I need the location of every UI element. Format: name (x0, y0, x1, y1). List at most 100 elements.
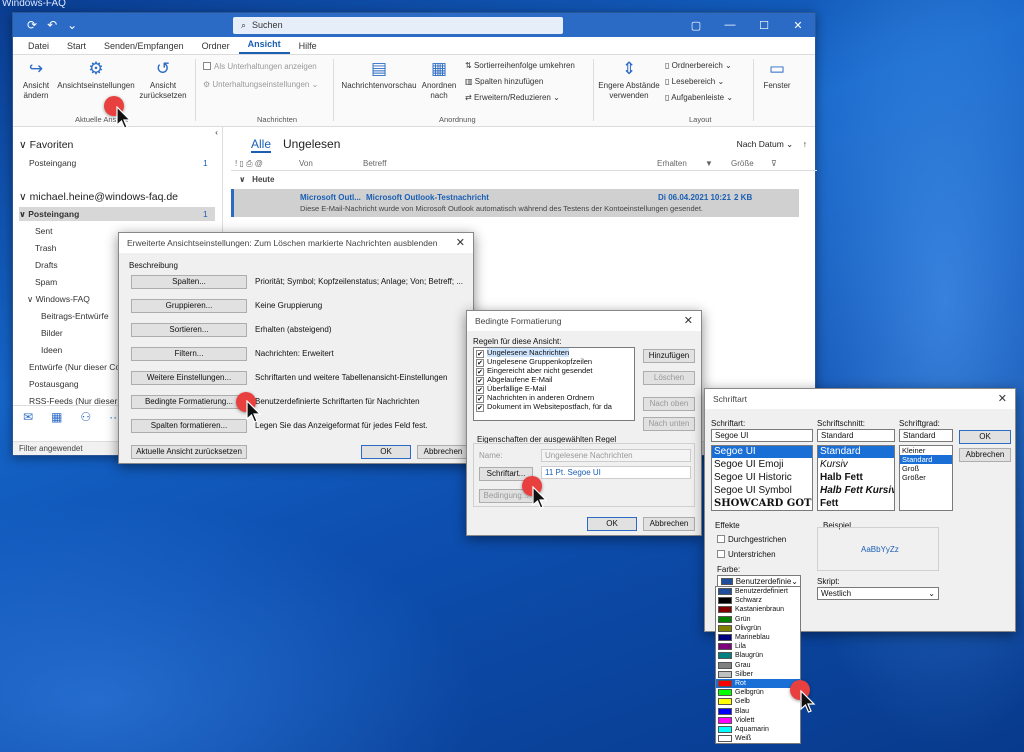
underline-checkbox[interactable]: Unterstrichen (717, 550, 776, 559)
folder-ideen[interactable]: Ideen (41, 345, 62, 355)
chevron-down-icon[interactable]: ⌄ (928, 588, 935, 599)
conversations-checkbox[interactable]: Als Unterhaltungen anzeigen (203, 62, 317, 71)
close-icon[interactable]: ✕ (998, 389, 1007, 409)
restore-ribbon-icon[interactable]: ▢ (679, 19, 713, 32)
reading-pane-button[interactable]: ▯ Lesebereich ⌄ (665, 77, 724, 86)
style-input[interactable]: Standard (817, 429, 895, 442)
style-item[interactable]: Halb Fett Kursiv (818, 484, 894, 497)
tab-ungelesen[interactable]: Ungelesen (283, 137, 340, 153)
message-preview-button[interactable]: ▤ Nachrichtenvorschau (339, 59, 419, 91)
compact-spacing-button[interactable]: ⇕ Engere Abstände verwenden (597, 59, 661, 101)
color-option[interactable]: Kastanienbraun (716, 605, 800, 614)
filter-icon[interactable]: ⊽ (771, 159, 777, 168)
folder-entwuerfe[interactable]: Entwürfe (Nur dieser Co (29, 362, 120, 372)
cancel-button[interactable]: Abbrechen (417, 445, 469, 459)
conditional-formatting-button[interactable]: Bedingte Formatierung... (131, 395, 247, 409)
color-option[interactable]: Blau (716, 706, 800, 715)
move-down-button[interactable]: Nach unten (643, 417, 695, 431)
font-name-input[interactable]: Segoe UI (711, 429, 813, 442)
collapse-pane-icon[interactable]: ‹ (215, 127, 218, 137)
qa-dropdown-icon[interactable]: ⌄ (67, 18, 77, 32)
group-by-button[interactable]: Gruppieren... (131, 299, 247, 313)
account-header[interactable]: ∨ michael.heine@windows-faq.de (19, 191, 178, 203)
reset-current-view-button[interactable]: Aktuelle Ansicht zurücksetzen (131, 445, 247, 459)
color-option[interactable]: Gelbgrün (716, 688, 800, 697)
size-item[interactable]: Größer (900, 473, 952, 482)
people-icon[interactable]: ⚇ (80, 410, 91, 424)
style-item[interactable]: Fett (818, 497, 894, 510)
favorite-inbox[interactable]: Posteingang (29, 158, 76, 168)
maximize-icon[interactable]: ☐ (747, 19, 781, 32)
group-header[interactable]: ∨ Heute (239, 175, 274, 184)
add-columns-button[interactable]: ▥ Spalten hinzufügen (465, 77, 543, 86)
font-item[interactable]: Segoe UI (712, 446, 812, 458)
color-option[interactable]: Benutzerdefiniert (716, 587, 800, 596)
font-item[interactable]: Segoe UI Historic (712, 471, 812, 484)
mail-icon[interactable]: ✉ (23, 410, 33, 424)
close-icon[interactable]: ✕ (781, 19, 815, 32)
style-item[interactable]: Standard (818, 446, 894, 458)
ok-button[interactable]: OK (587, 517, 637, 531)
script-select[interactable]: Westlich ⌄ (817, 587, 939, 600)
checkbox-icon[interactable] (717, 535, 725, 543)
folder-pane-button[interactable]: ▯ Ordnerbereich ⌄ (665, 61, 732, 70)
column-groesse[interactable]: Größe (731, 159, 754, 168)
folder-beitrags-entwuerfe[interactable]: Beitrags-Entwürfe (41, 311, 109, 321)
color-option[interactable]: Violett (716, 716, 800, 725)
checkbox-icon[interactable] (717, 550, 725, 558)
rule-item[interactable]: Ungelesene Nachrichten (474, 348, 634, 358)
sort-dropdown[interactable]: Nach Datum ⌄ ↑ (737, 139, 807, 150)
size-item[interactable]: Kleiner (900, 446, 952, 455)
tab-ansicht[interactable]: Ansicht (238, 39, 290, 54)
rule-name-field[interactable]: Ungelesene Nachrichten (541, 449, 691, 462)
add-rule-button[interactable]: Hinzufügen (643, 349, 695, 363)
filter-button[interactable]: Filtern... (131, 347, 247, 361)
reset-view-button[interactable]: ↺ Ansicht zurücksetzen (135, 59, 191, 101)
tab-alle[interactable]: Alle (251, 137, 272, 153)
move-up-button[interactable]: Nach oben (643, 397, 695, 411)
color-option[interactable]: Aquamarin (716, 725, 800, 734)
font-item[interactable]: Segoe UI Symbol (712, 484, 812, 497)
font-list[interactable]: Segoe UI Segoe UI Emoji Segoe UI Histori… (711, 445, 813, 511)
calendar-icon[interactable]: ▦ (51, 410, 62, 424)
folder-bilder[interactable]: Bilder (41, 328, 63, 338)
cancel-button[interactable]: Abbrechen (643, 517, 695, 531)
delete-rule-button[interactable]: Löschen (643, 371, 695, 385)
folder-postausgang[interactable]: Postausgang (29, 379, 79, 389)
sync-icon[interactable]: ⟳ (27, 18, 37, 32)
color-option[interactable]: Gelb (716, 697, 800, 706)
tab-ordner[interactable]: Ordner (193, 41, 239, 54)
column-von[interactable]: Von (299, 159, 313, 168)
expand-collapse-button[interactable]: ⇄ Erweitern/Reduzieren ⌄ (465, 93, 560, 102)
color-dropdown-list[interactable]: Benutzerdefiniert Schwarz Kastanienbraun Gr… (715, 586, 801, 744)
close-icon[interactable]: ✕ (684, 311, 693, 331)
color-option[interactable]: Olivgrün (716, 624, 800, 633)
strikethrough-checkbox[interactable]: Durchgestrichen (717, 535, 786, 544)
column-erhalten[interactable]: Erhalten (657, 159, 687, 168)
undo-icon[interactable]: ↶ (47, 18, 57, 32)
sort-direction-icon[interactable]: ↑ (803, 139, 807, 149)
ok-button[interactable]: OK (361, 445, 411, 459)
rule-item[interactable]: Überfällige E-Mail (474, 384, 634, 394)
search-box[interactable]: ⌕ Suchen (233, 16, 563, 34)
color-option[interactable]: Weiß (716, 734, 800, 743)
folder-inbox[interactable]: ∨ Posteingang (19, 207, 215, 221)
ok-button[interactable]: OK (959, 430, 1011, 444)
arrange-by-button[interactable]: ▦ Anordnen nach (417, 59, 461, 101)
format-columns-button[interactable]: Spalten formatieren... (131, 419, 247, 433)
favorites-header[interactable]: ∨ Favoriten (19, 139, 73, 151)
rule-item[interactable]: Nachrichten in anderen Ordnern (474, 393, 634, 403)
color-option[interactable]: Grau (716, 661, 800, 670)
tab-start[interactable]: Start (58, 41, 95, 54)
other-settings-button[interactable]: Weitere Einstellungen... (131, 371, 247, 385)
sort-button[interactable]: Sortieren... (131, 323, 247, 337)
folder-windows-faq[interactable]: ∨ Windows-FAQ (27, 294, 90, 305)
rule-item[interactable]: Eingereicht aber nicht gesendet (474, 366, 634, 376)
cancel-button[interactable]: Abbrechen (959, 448, 1011, 462)
rule-item[interactable]: Abgelaufene E-Mail (474, 375, 634, 385)
color-option[interactable]: Blaugrün (716, 651, 800, 660)
tab-datei[interactable]: Datei (19, 41, 58, 54)
style-item[interactable]: Kursiv (818, 458, 894, 471)
size-item[interactable]: Standard (900, 455, 952, 464)
style-list[interactable]: Standard Kursiv Halb Fett Halb Fett Kurs… (817, 445, 895, 511)
